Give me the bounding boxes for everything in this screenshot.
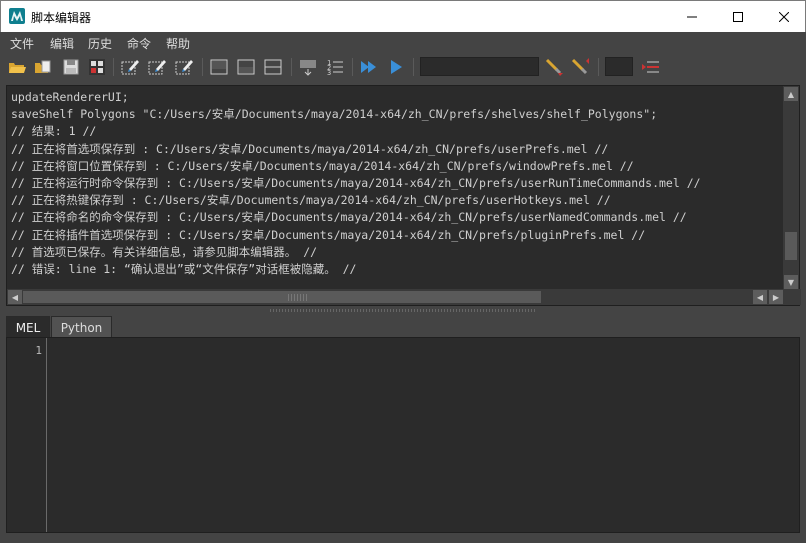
line-numbers-icon[interactable]: 123 [325, 57, 345, 77]
menu-history[interactable]: 历史 [88, 35, 112, 52]
clear-history-icon[interactable] [120, 57, 140, 77]
history-line: // 正在将命名的命令保存到 : C:/Users/安卓/Documents/m… [11, 210, 687, 225]
history-vertical-scrollbar[interactable]: ▲ ▼ [783, 86, 799, 290]
history-line: // 错误: line 1: “确认退出”或“文件保存”对话框被隐藏。 // [11, 262, 357, 275]
history-line: // 正在将热键保存到 : C:/Users/安卓/Documents/maya… [11, 193, 611, 208]
line-number-gutter: 1 [7, 338, 47, 532]
script-input-panel: 1 [6, 337, 800, 533]
search-down-icon[interactable] [570, 57, 590, 77]
execute-all-icon[interactable] [359, 57, 379, 77]
maximize-icon [733, 11, 743, 22]
search-field[interactable] [420, 57, 539, 76]
scroll-grip [288, 294, 308, 301]
menu-command[interactable]: 命令 [127, 35, 151, 52]
script-input[interactable] [48, 338, 799, 532]
goto-line-icon[interactable] [641, 57, 661, 77]
history-horizontal-scrollbar[interactable]: ◀ ◀ ▶ [7, 289, 801, 305]
maya-app-icon [9, 8, 25, 24]
close-icon [779, 11, 789, 22]
menu-help[interactable]: 帮助 [166, 35, 190, 52]
minimize-button[interactable] [669, 1, 715, 32]
toolbar: 123 [1, 53, 805, 82]
menu-file[interactable]: 文件 [10, 35, 34, 52]
line-field[interactable] [605, 57, 633, 76]
maximize-button[interactable] [715, 1, 761, 32]
scroll-right-button[interactable]: ▶ [769, 290, 783, 304]
execute-icon[interactable] [386, 57, 406, 77]
scroll-left-button[interactable]: ◀ [8, 290, 22, 304]
scroll-up-button[interactable]: ▲ [784, 87, 798, 101]
history-panel[interactable]: updateRendererUI; saveShelf Polygons "C:/… [6, 85, 801, 306]
search-icon[interactable] [544, 57, 564, 77]
history-line: // 结果: 1 // [11, 124, 97, 139]
line-number: 1 [35, 344, 42, 357]
history-line: // 正在将首选项保存到 : C:/Users/安卓/Documents/may… [11, 141, 609, 156]
scroll-down-button[interactable]: ▼ [784, 275, 798, 289]
svg-text:3: 3 [327, 69, 331, 77]
save-to-shelf-icon[interactable] [87, 57, 107, 77]
history-line: updateRendererUI; [11, 90, 129, 104]
history-line: // 首选项已保存。有关详细信息，请参见脚本编辑器。 // [11, 244, 318, 259]
show-both-icon[interactable] [263, 57, 283, 77]
tab-mel[interactable]: MEL [6, 316, 50, 338]
window-title: 脚本编辑器 [31, 11, 92, 25]
minimize-icon [687, 16, 697, 17]
open-script-icon[interactable] [7, 57, 27, 77]
history-line: saveShelf Polygons "C:/Users/安卓/Document… [11, 107, 658, 122]
clear-all-icon[interactable] [174, 57, 194, 77]
show-input-only-icon[interactable] [236, 57, 256, 77]
echo-all-commands-icon[interactable] [298, 57, 318, 77]
menu-edit[interactable]: 编辑 [50, 35, 74, 52]
vertical-scroll-thumb[interactable] [785, 232, 797, 260]
title-bar: 脚本编辑器 [0, 0, 806, 32]
history-output: updateRendererUI; saveShelf Polygons "C:/… [11, 89, 781, 275]
pane-splitter[interactable] [270, 309, 536, 312]
history-line: // 正在将运行时命令保存到 : C:/Users/安卓/Documents/m… [11, 176, 701, 191]
source-script-icon[interactable] [33, 57, 53, 77]
history-line: // 正在将窗口位置保存到 : C:/Users/安卓/Documents/ma… [11, 158, 634, 173]
clear-input-icon[interactable] [147, 57, 167, 77]
history-line: // 正在将插件首选项保存到 : C:/Users/安卓/Documents/m… [11, 227, 646, 242]
close-button[interactable] [761, 1, 806, 32]
show-history-only-icon[interactable] [209, 57, 229, 77]
save-script-icon[interactable] [61, 57, 81, 77]
menu-bar: 文件 编辑 历史 命令 帮助 [1, 32, 805, 53]
tab-python[interactable]: Python [51, 316, 112, 338]
horizontal-scroll-thumb[interactable] [23, 291, 541, 303]
scroll-left-button-2[interactable]: ◀ [753, 290, 767, 304]
